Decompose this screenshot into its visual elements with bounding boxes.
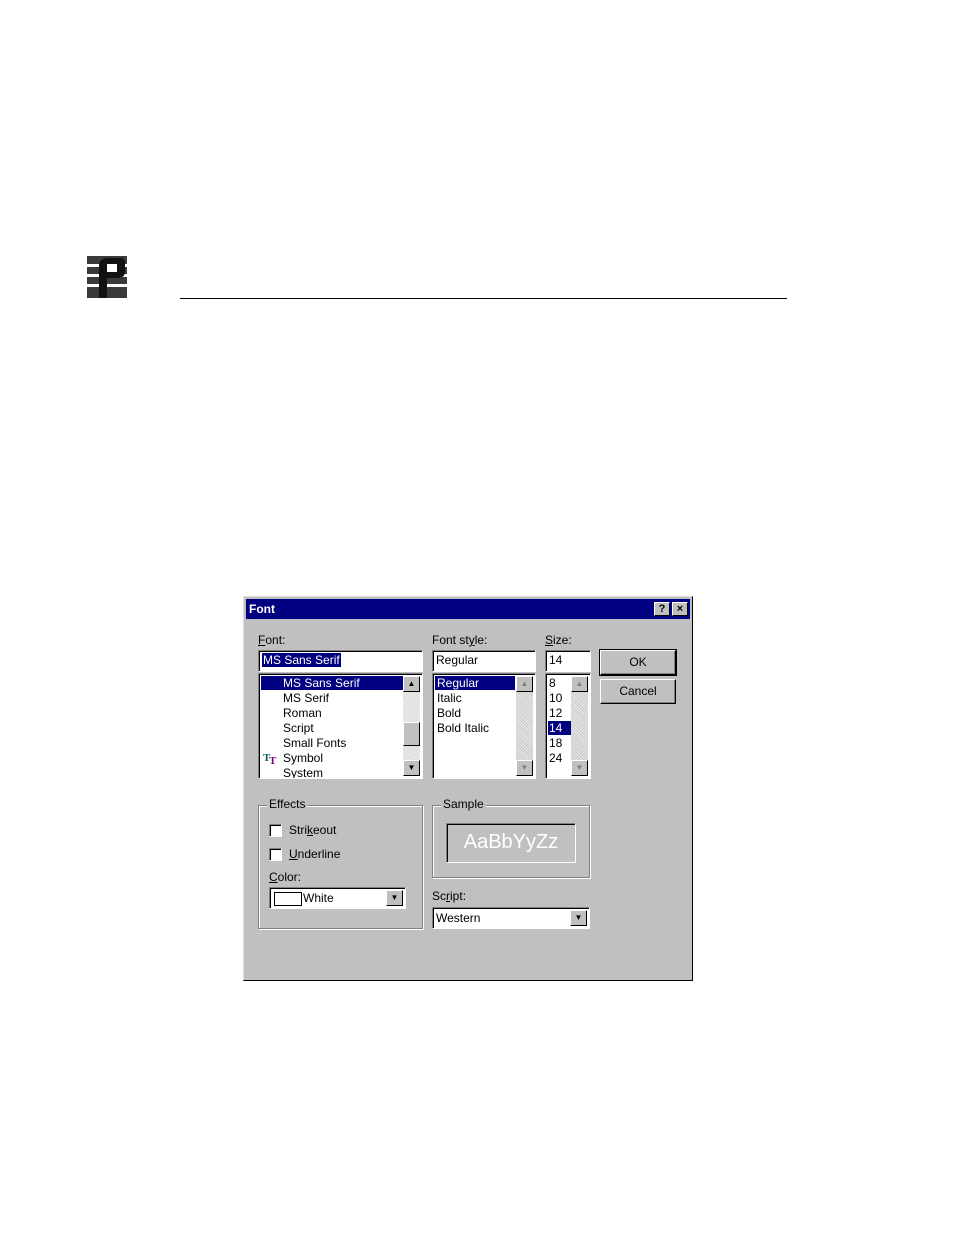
color-label-key: C <box>269 870 278 884</box>
font-name-list[interactable]: MS Sans Serif MS Serif Roman Script Smal… <box>258 673 423 779</box>
list-item-label: 14 <box>549 721 563 735</box>
scroll-down-arrow-icon[interactable]: ▼ <box>403 760 420 776</box>
scroll-down-arrow-icon[interactable]: ▼ <box>516 760 533 776</box>
list-item[interactable]: Bold <box>435 706 461 720</box>
list-item[interactable]: Regular <box>435 676 515 690</box>
size-list[interactable]: 8 10 12 14 18 24 ▲ ▼ <box>545 673 591 779</box>
font-dialog: Font ? × Font: MS Sans Serif MS Sans Ser… <box>243 596 693 981</box>
font-list-scrollbar[interactable]: ▲ ▼ <box>403 676 420 776</box>
list-item[interactable]: Roman <box>261 706 322 720</box>
color-label-rest: olor: <box>277 870 302 884</box>
list-item[interactable]: Italic <box>435 691 462 705</box>
list-item[interactable]: 24 <box>548 751 562 765</box>
font-style-label-post: le: <box>474 633 488 647</box>
list-item-label: Symbol <box>283 751 324 765</box>
list-item[interactable]: 12 <box>548 706 562 720</box>
effects-group: Effects Strikeout Underline Color: White… <box>258 797 423 929</box>
company-logo <box>85 252 131 302</box>
sample-group-title: Sample <box>441 797 486 811</box>
font-name-input[interactable]: MS Sans Serif <box>258 650 423 672</box>
sample-group: Sample AaBbYyZz <box>432 797 590 878</box>
script-label-post: ipt: <box>450 889 467 903</box>
list-item-label: Script <box>283 721 314 735</box>
list-item-label: System <box>283 766 324 779</box>
underline-checkbox[interactable] <box>269 848 282 861</box>
effects-group-title: Effects <box>267 797 308 811</box>
scroll-down-arrow-icon[interactable]: ▼ <box>571 760 588 776</box>
font-style-value: Regular <box>436 653 479 667</box>
font-label: Font: <box>258 633 285 647</box>
color-select[interactable]: White ▼ <box>269 887 406 909</box>
list-item[interactable]: 18 <box>548 736 562 750</box>
list-item-label: 10 <box>549 691 563 705</box>
dropdown-arrow-icon[interactable]: ▼ <box>386 890 403 906</box>
color-swatch <box>274 892 302 906</box>
scroll-up-arrow-icon[interactable]: ▲ <box>516 676 533 692</box>
list-item[interactable]: 14 <box>548 721 571 735</box>
font-style-scrollbar[interactable]: ▲ ▼ <box>516 676 533 776</box>
list-item-label: Bold Italic <box>437 721 490 735</box>
underline-label[interactable]: Underline <box>289 847 340 861</box>
size-label-rest: ize: <box>553 633 572 647</box>
color-value: White <box>303 891 334 905</box>
list-item-label: MS Sans Serif <box>283 676 360 690</box>
sample-preview: AaBbYyZz <box>446 823 576 863</box>
close-button[interactable]: × <box>672 602 688 616</box>
underline-label-key: U <box>289 847 298 861</box>
dialog-title: Font <box>249 602 275 616</box>
list-item[interactable]: 10 <box>548 691 562 705</box>
list-item-label: Italic <box>437 691 462 705</box>
strikeout-label-post: eout <box>313 823 337 837</box>
strikeout-label-pre: Stri <box>289 823 307 837</box>
title-bar[interactable]: Font ? × <box>246 599 690 619</box>
list-item[interactable]: MS Sans Serif <box>261 676 403 690</box>
list-item-label: Regular <box>437 676 480 690</box>
script-select[interactable]: Western ▼ <box>432 907 590 929</box>
truetype-icon: T T <box>263 752 277 765</box>
font-style-label: Font style: <box>432 633 487 647</box>
font-style-list[interactable]: Regular Italic Bold Bold Italic ▲ ▼ <box>432 673 536 779</box>
font-style-input[interactable]: Regular <box>432 650 536 672</box>
list-item[interactable]: System <box>261 766 324 779</box>
cancel-button[interactable]: Cancel <box>600 679 676 704</box>
size-label-key: S <box>545 633 554 647</box>
strikeout-label[interactable]: Strikeout <box>289 823 336 837</box>
size-list-scrollbar[interactable]: ▲ ▼ <box>571 676 588 776</box>
font-name-value: MS Sans Serif <box>262 653 341 667</box>
underline-label-rest: nderline <box>297 847 341 861</box>
scroll-thumb[interactable] <box>403 722 420 746</box>
list-item[interactable]: Script <box>261 721 314 735</box>
size-input[interactable]: 14 <box>545 650 591 672</box>
font-label-rest: ont: <box>265 633 286 647</box>
script-label-pre: Sc <box>432 889 447 903</box>
list-item[interactable]: 8 <box>548 676 556 690</box>
list-item-label: MS Serif <box>283 691 330 705</box>
list-item-label: 8 <box>549 676 556 690</box>
ok-button[interactable]: OK <box>599 649 677 676</box>
header-rule <box>180 298 787 299</box>
scroll-up-arrow-icon[interactable]: ▲ <box>403 676 420 692</box>
dropdown-arrow-icon[interactable]: ▼ <box>570 910 587 926</box>
list-item[interactable]: MS Serif <box>261 691 329 705</box>
list-item-label: 18 <box>549 736 563 750</box>
font-style-label-pre: Font st <box>432 633 469 647</box>
list-item-label: Roman <box>283 706 322 720</box>
svg-text:T: T <box>269 755 277 765</box>
list-item[interactable]: Small Fonts <box>261 736 346 750</box>
scroll-up-arrow-icon[interactable]: ▲ <box>571 676 588 692</box>
strikeout-checkbox[interactable] <box>269 824 282 837</box>
size-label: Size: <box>545 633 572 647</box>
size-value: 14 <box>549 653 563 667</box>
help-button[interactable]: ? <box>654 602 670 616</box>
list-item-label: 12 <box>549 706 563 720</box>
color-label: Color: <box>269 870 301 884</box>
list-item-label: 24 <box>549 751 563 765</box>
list-item-label: Small Fonts <box>283 736 347 750</box>
list-item[interactable]: T T Symbol <box>261 751 323 765</box>
script-value: Western <box>436 911 481 925</box>
script-label: Script: <box>432 889 466 903</box>
list-item[interactable]: Bold Italic <box>435 721 489 735</box>
list-item-label: Bold <box>437 706 462 720</box>
